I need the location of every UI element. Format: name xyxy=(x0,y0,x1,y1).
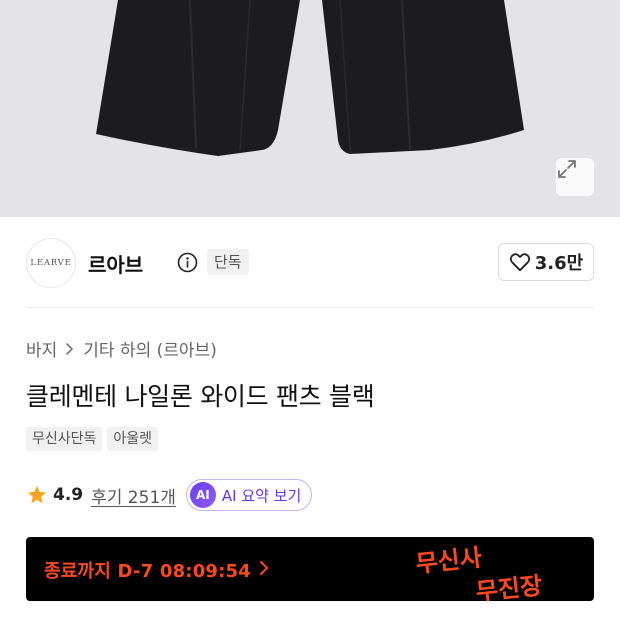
ai-summary-button[interactable]: AI AI 요약 보기 xyxy=(185,479,313,511)
promo-logo-line1: 무신사 xyxy=(414,543,483,578)
product-title: 클레멘테 나일론 와이드 팬츠 블랙 xyxy=(26,382,375,411)
brand-logo[interactable]: LEARVE xyxy=(26,238,76,288)
promo-banner[interactable]: 종료까지 D-7 08:09:54 무신사 무진장 xyxy=(26,537,594,601)
breadcrumb: 바지 기타 하의 (르아브) xyxy=(26,336,217,361)
brand-name[interactable]: 르아브 xyxy=(88,249,143,278)
product-tags: 무신사단독 아울렛 xyxy=(26,427,159,451)
tag-musinsa-exclusive: 무신사단독 xyxy=(26,427,103,451)
exclusive-badge: 단독 xyxy=(207,249,249,275)
info-icon[interactable] xyxy=(177,252,198,273)
like-count: 3.6만 xyxy=(534,253,584,274)
expand-icon xyxy=(558,160,576,178)
star-icon xyxy=(27,485,47,504)
product-image[interactable] xyxy=(0,0,620,217)
promo-logo-line2: 무진장 xyxy=(475,571,544,601)
breadcrumb-category[interactable]: 바지 xyxy=(26,336,57,361)
heart-icon xyxy=(509,253,530,272)
promo-countdown: 종료까지 D-7 08:09:54 xyxy=(44,561,251,582)
divider xyxy=(26,307,594,308)
rating-row: 4.9 후기 251개 AI AI 요약 보기 xyxy=(26,478,313,512)
ai-summary-label: AI 요약 보기 xyxy=(221,486,302,505)
ai-badge-icon: AI xyxy=(189,482,216,508)
pants-photo xyxy=(0,0,620,217)
like-button[interactable]: 3.6만 xyxy=(498,243,594,281)
brand-logo-text: LEARVE xyxy=(30,258,72,268)
breadcrumb-subcategory[interactable]: 기타 하의 (르아브) xyxy=(83,336,217,361)
musinsa-mujinjang-logo: 무신사 무진장 xyxy=(414,543,544,601)
brand-row: LEARVE 르아브 단독 3.6만 xyxy=(26,237,594,289)
review-count-link[interactable]: 후기 251개 xyxy=(91,483,176,508)
chevron-right-icon xyxy=(66,342,74,355)
chevron-right-icon xyxy=(260,561,269,575)
expand-image-button[interactable] xyxy=(556,158,594,196)
rating-score: 4.9 xyxy=(53,485,84,505)
tag-outlet: 아울렛 xyxy=(107,427,159,451)
